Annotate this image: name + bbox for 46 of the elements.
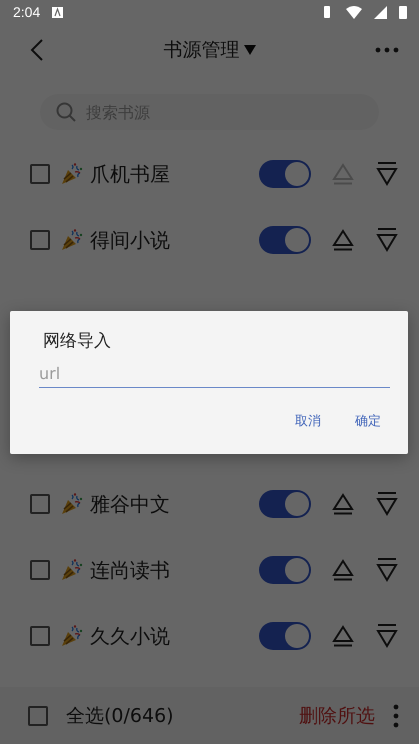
- party-popper-icon: [60, 492, 84, 516]
- party-popper-icon: [60, 558, 84, 582]
- move-to-bottom-button[interactable]: [375, 161, 399, 187]
- search-icon: [56, 102, 76, 122]
- dialog-title: 网络导入: [43, 330, 112, 352]
- move-to-top-button[interactable]: [331, 492, 355, 516]
- source-name: 得间小说: [90, 226, 171, 254]
- toggle-switch[interactable]: [259, 160, 311, 188]
- source-name: 连尚读书: [90, 556, 171, 584]
- party-popper-icon: [60, 162, 84, 186]
- url-input-field[interactable]: url: [39, 362, 390, 388]
- toggle-switch[interactable]: [259, 622, 311, 650]
- move-to-top-button[interactable]: [331, 624, 355, 648]
- dialog-button[interactable]: 确定: [355, 412, 381, 430]
- overflow-menu-button[interactable]: [393, 704, 399, 728]
- toggle-switch[interactable]: [259, 226, 311, 254]
- move-to-bottom-button[interactable]: [375, 491, 399, 517]
- caret-icon[interactable]: [244, 45, 256, 55]
- wifi-icon: [346, 6, 362, 18]
- move-to-bottom-button[interactable]: [375, 227, 399, 253]
- checkbox[interactable]: [30, 494, 50, 514]
- move-to-bottom-button[interactable]: [375, 623, 399, 649]
- dialog-button[interactable]: 取消: [295, 412, 321, 430]
- source-name: 久久小说: [90, 622, 171, 650]
- select-all-label: 全选(0/646): [66, 704, 175, 728]
- notification-icon: [52, 6, 64, 18]
- move-to-top-button[interactable]: [331, 228, 355, 252]
- signal-icon: [374, 6, 387, 18]
- toggle-switch[interactable]: [259, 490, 311, 518]
- status-time: 2:04: [13, 4, 40, 20]
- checkbox[interactable]: [30, 230, 50, 250]
- toggle-switch[interactable]: [259, 556, 311, 584]
- move-to-top-button[interactable]: [331, 558, 355, 582]
- checkbox[interactable]: [30, 164, 50, 184]
- party-popper-icon: [60, 228, 84, 252]
- more-menu-button[interactable]: [375, 47, 399, 53]
- party-popper-icon: [60, 624, 84, 648]
- checkbox[interactable]: [30, 560, 50, 580]
- screen-title: 书源管理: [164, 38, 240, 63]
- select-all-checkbox[interactable]: [28, 706, 48, 726]
- back-button[interactable]: [30, 39, 44, 61]
- checkbox[interactable]: [30, 626, 50, 646]
- source-name: 雅谷中文: [90, 490, 171, 518]
- move-to-bottom-button[interactable]: [375, 557, 399, 583]
- battery-icon: [399, 5, 407, 19]
- source-name: 爪机书屋: [90, 160, 171, 188]
